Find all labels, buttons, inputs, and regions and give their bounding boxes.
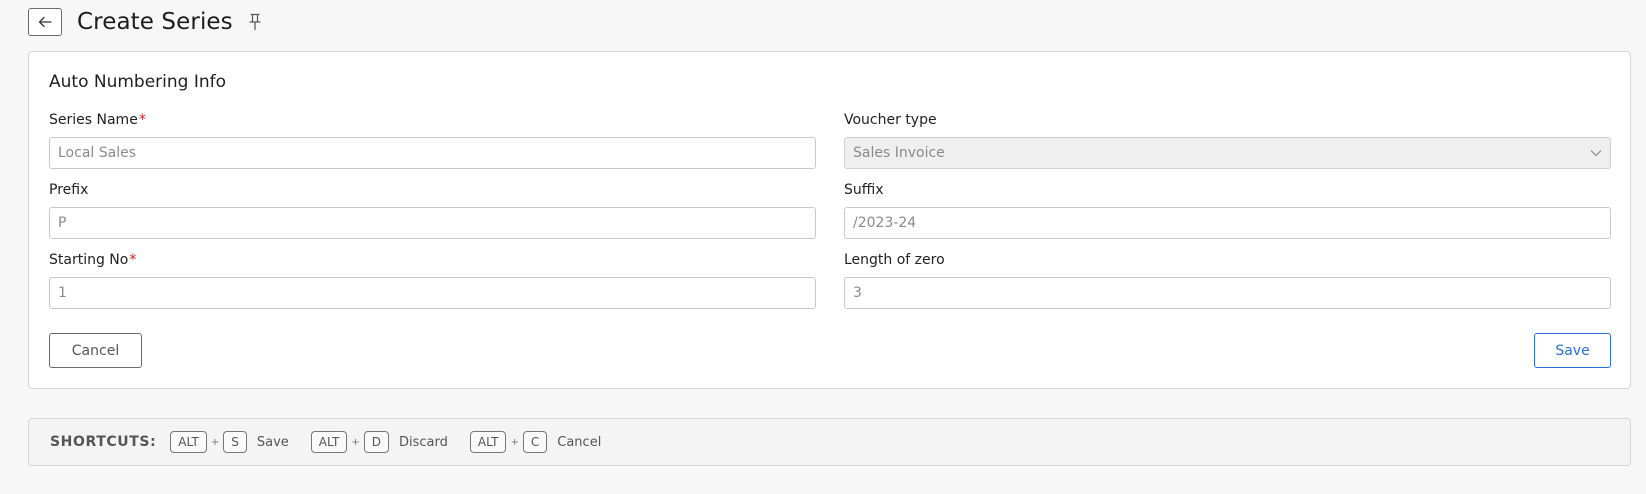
starting-no-label: Starting No* <box>49 252 137 268</box>
pin-icon[interactable] <box>249 13 261 31</box>
shortcut-cancel: ALT + C Cancel <box>469 431 602 453</box>
plus-sign: + <box>351 436 360 448</box>
suffix-input[interactable]: /2023-24 <box>844 207 1611 239</box>
length-of-zero-field: Length of zero 3 <box>844 250 1611 309</box>
suffix-label: Suffix <box>844 182 884 198</box>
prefix-input[interactable]: P <box>49 207 816 239</box>
shortcut-key: ALT <box>310 431 348 453</box>
shortcut-label: Cancel <box>557 434 602 450</box>
shortcut-label: Discard <box>399 434 448 450</box>
shortcut-key: ALT <box>469 431 507 453</box>
starting-no-field: Starting No* 1 <box>49 250 816 309</box>
plus-sign: + <box>510 436 519 448</box>
cancel-button[interactable]: Cancel <box>49 333 142 368</box>
plus-sign: + <box>210 436 220 448</box>
shortcut-save: ALT + S Save <box>170 431 289 453</box>
shortcut-key: D <box>363 431 390 453</box>
prefix-label: Prefix <box>49 182 89 198</box>
length-of-zero-label: Length of zero <box>844 252 945 268</box>
arrow-left-icon <box>38 16 52 28</box>
prefix-field: Prefix P <box>49 180 816 239</box>
series-name-label: Series Name* <box>49 112 146 128</box>
shortcut-label: Save <box>256 434 289 450</box>
series-name-input[interactable]: Local Sales <box>49 137 816 169</box>
shortcut-key: ALT <box>170 431 207 453</box>
length-of-zero-input[interactable]: 3 <box>844 277 1611 309</box>
chevron-down-icon <box>1590 150 1602 157</box>
series-name-field: Series Name* Local Sales <box>49 110 816 169</box>
shortcut-discard: ALT + D Discard <box>310 431 448 453</box>
suffix-field: Suffix /2023-24 <box>844 180 1611 239</box>
starting-no-input[interactable]: 1 <box>49 277 816 309</box>
shortcuts-title: SHORTCUTS: <box>50 434 157 450</box>
required-mark: * <box>129 252 137 268</box>
save-button[interactable]: Save <box>1534 333 1611 368</box>
shortcuts-bar: SHORTCUTS: ALT + S Save ALT + D Discard … <box>28 418 1631 466</box>
shortcut-key: S <box>223 431 247 453</box>
page-title: Create Series <box>77 9 233 35</box>
required-mark: * <box>138 112 146 128</box>
back-button[interactable] <box>28 8 62 36</box>
voucher-type-label: Voucher type <box>844 112 937 128</box>
page-header: Create Series <box>28 7 261 37</box>
voucher-type-select[interactable]: Sales Invoice <box>844 137 1611 169</box>
section-title: Auto Numbering Info <box>49 72 227 92</box>
voucher-type-field: Voucher type Sales Invoice <box>844 110 1611 169</box>
shortcut-key: C <box>522 431 548 453</box>
auto-numbering-card: Auto Numbering Info Series Name* Local S… <box>28 51 1631 389</box>
